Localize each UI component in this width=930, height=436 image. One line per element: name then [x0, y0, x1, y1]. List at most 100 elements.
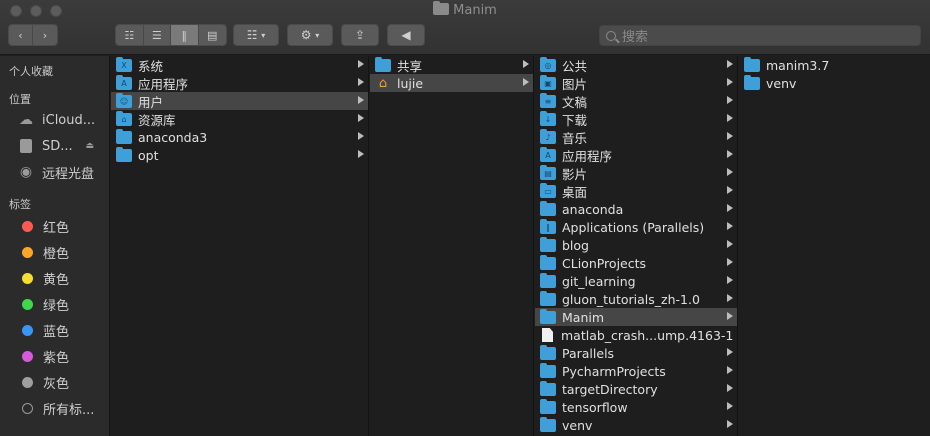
sidebar-item-remote-disc[interactable]: ◉ 远程光盘: [18, 162, 108, 182]
optical-disc-icon: ◉: [19, 164, 33, 180]
list-item[interactable]: anaconda: [535, 200, 737, 218]
sidebar-item-sd[interactable]: SD... ⏏: [18, 136, 108, 156]
list-item[interactable]: ‖ Applications (Parallels): [535, 218, 737, 236]
sidebar-tag-green[interactable]: 绿色: [18, 294, 108, 314]
folder-icon: [540, 416, 556, 432]
column-users: 共享 ⌂ lujie: [370, 56, 534, 436]
chevron-right-icon: [358, 78, 364, 86]
pictures-folder-icon: ▣: [540, 74, 556, 90]
chevron-right-icon: [727, 312, 733, 320]
action-button[interactable]: ⚙ ▾: [287, 24, 333, 46]
document-icon: [542, 328, 553, 342]
library-folder-icon: ⌂: [116, 110, 132, 126]
list-item[interactable]: A 应用程序: [535, 146, 737, 164]
column-manim: manim3.7 venv: [739, 56, 930, 436]
nav-buttons: ‹ ›: [8, 24, 58, 46]
list-item[interactable]: ↓ 下载: [535, 110, 737, 128]
tag-dot-icon: [22, 350, 33, 362]
sidebar-item-label: 蓝色: [43, 324, 70, 340]
public-folder-icon: ◎: [540, 56, 556, 72]
list-item[interactable]: PycharmProjects: [535, 362, 737, 380]
folder-icon: [540, 272, 556, 288]
list-item-selected[interactable]: Manim: [535, 308, 737, 326]
item-label: tensorflow: [562, 399, 628, 415]
music-folder-icon: ♪: [540, 128, 556, 144]
chevron-right-icon: [523, 78, 529, 86]
list-item[interactable]: ≡ 文稿: [535, 92, 737, 110]
list-item[interactable]: venv: [535, 416, 737, 434]
tag-dot-icon: [22, 324, 33, 336]
sidebar-item-label: iCloud...: [42, 112, 96, 128]
forward-button[interactable]: ›: [33, 25, 57, 45]
sidebar-tag-orange[interactable]: 橙色: [18, 242, 108, 262]
list-item[interactable]: ⌂ 资源库: [111, 110, 368, 128]
list-item[interactable]: targetDirectory: [535, 380, 737, 398]
group-button[interactable]: ☷ ▾: [233, 24, 279, 46]
sidebar-tag-purple[interactable]: 紫色: [18, 346, 108, 366]
gallery-view-button[interactable]: ▤: [198, 25, 226, 45]
list-item[interactable]: manim3.7: [739, 56, 930, 74]
icon-view-button[interactable]: ☷: [116, 25, 144, 45]
chevron-right-icon: [727, 240, 733, 248]
folder-icon: [540, 200, 556, 216]
folder-icon: [540, 290, 556, 306]
item-label: Parallels: [562, 345, 615, 361]
movies-folder-icon: ▤: [540, 164, 556, 180]
list-item[interactable]: CLionProjects: [535, 254, 737, 272]
list-item[interactable]: Parallels: [535, 344, 737, 362]
list-item[interactable]: gluon_tutorials_zh-1.0: [535, 290, 737, 308]
list-item[interactable]: 共享: [370, 56, 533, 74]
sidebar-tag-all[interactable]: 所有标...: [18, 398, 108, 418]
sidebar-item-label: 所有标...: [43, 402, 95, 418]
list-item[interactable]: ◎ 公共: [535, 56, 737, 74]
back-button[interactable]: ‹: [9, 25, 34, 45]
tag-button[interactable]: ◀: [387, 24, 425, 46]
chevron-right-icon: [358, 150, 364, 158]
item-label: 影片: [562, 166, 588, 182]
sidebar-item-icloud[interactable]: ☁ iCloud...: [18, 110, 108, 130]
tag-dot-icon: [22, 298, 33, 310]
tag-dot-icon: [22, 272, 33, 284]
search-input[interactable]: 搜索: [599, 25, 921, 46]
list-item[interactable]: opt: [111, 146, 368, 164]
eject-icon[interactable]: ⏏: [85, 141, 94, 151]
sidebar-item-label: 橙色: [43, 246, 70, 262]
finder-window: Manim ‹ › ☷ ☰ ‖ ▤ ☷ ▾ ⚙ ▾ ⇪ ◀ 搜索 个人收藏 位置…: [0, 0, 930, 436]
sidebar-item-label: 紫色: [43, 350, 70, 366]
item-label: 用户: [138, 94, 164, 110]
list-view-button[interactable]: ☰: [143, 25, 171, 45]
window-title: Manim: [0, 1, 930, 18]
chevron-right-icon: [727, 348, 733, 356]
list-item[interactable]: ▤ 影片: [535, 164, 737, 182]
chevron-left-icon: ‹: [18, 28, 23, 42]
chevron-right-icon: [523, 60, 529, 68]
list-item[interactable]: blog: [535, 236, 737, 254]
share-button[interactable]: ⇪: [341, 24, 379, 46]
sidebar-tag-blue[interactable]: 蓝色: [18, 320, 108, 340]
chevron-right-icon: [358, 114, 364, 122]
chevron-right-icon: [727, 204, 733, 212]
list-item[interactable]: venv: [739, 74, 930, 92]
list-item[interactable]: anaconda3: [111, 128, 368, 146]
sidebar-tag-gray[interactable]: 灰色: [18, 372, 108, 392]
chevron-right-icon: [727, 402, 733, 410]
column-view-button[interactable]: ‖: [171, 25, 199, 45]
list-icon: ☰: [151, 28, 162, 42]
list-item[interactable]: ▭ 桌面: [535, 182, 737, 200]
list-item-selected[interactable]: ☺ 用户: [111, 92, 368, 110]
item-label: 共享: [397, 58, 423, 74]
list-item[interactable]: git_learning: [535, 272, 737, 290]
list-item[interactable]: X 系统: [111, 56, 368, 74]
list-item[interactable]: A 应用程序: [111, 74, 368, 92]
sidebar-tag-red[interactable]: 红色: [18, 216, 108, 236]
list-item[interactable]: matlab_crash...ump.4163-1: [535, 326, 737, 344]
folder-icon: [744, 74, 760, 90]
list-item-selected[interactable]: ⌂ lujie: [370, 74, 533, 92]
list-item[interactable]: tensorflow: [535, 398, 737, 416]
list-item[interactable]: ▣ 图片: [535, 74, 737, 92]
list-item[interactable]: ♪ 音乐: [535, 128, 737, 146]
sidebar-tag-yellow[interactable]: 黄色: [18, 268, 108, 288]
folder-icon: [116, 128, 132, 144]
tag-dot-icon: [22, 376, 33, 388]
tag-dot-icon: [22, 246, 33, 258]
